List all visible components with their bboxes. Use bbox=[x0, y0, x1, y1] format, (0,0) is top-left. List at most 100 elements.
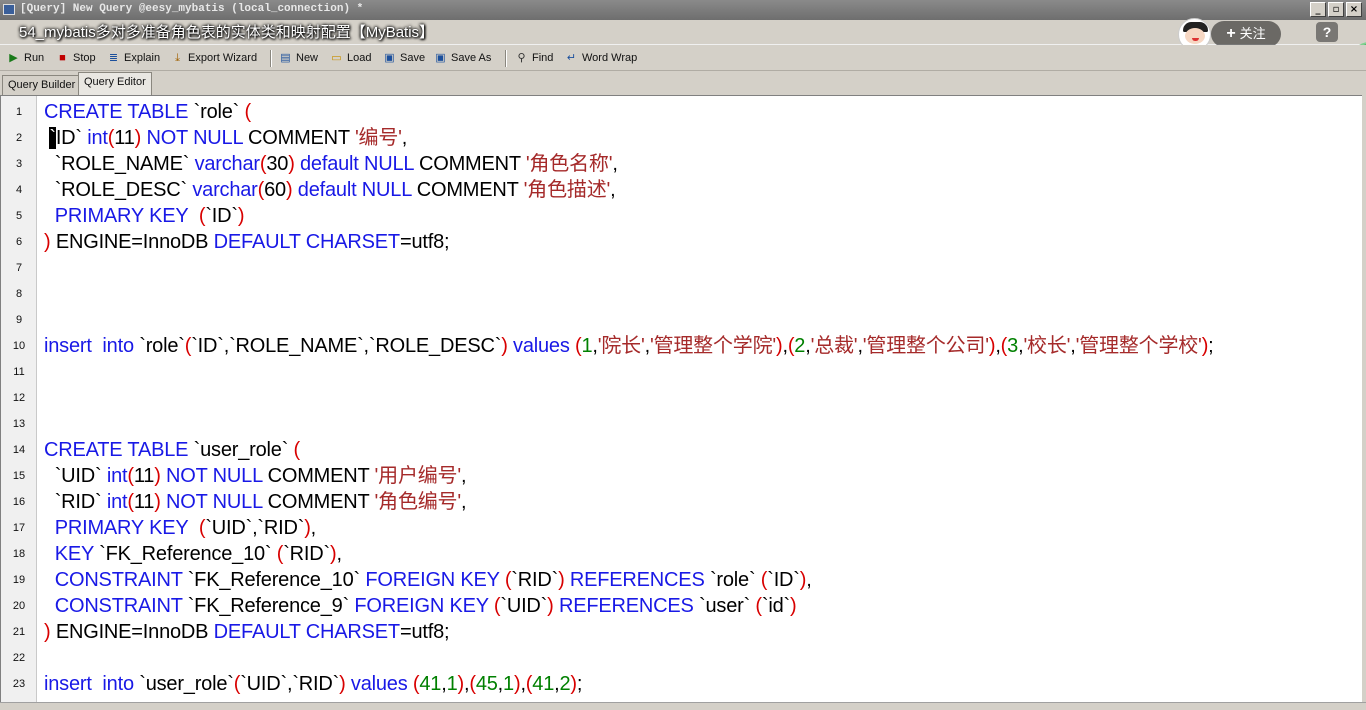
code-line[interactable]: 19 CONSTRAINT `FK_Reference_10` FOREIGN … bbox=[1, 567, 1362, 593]
close-button[interactable]: × bbox=[1346, 2, 1362, 17]
code-token: ENGINE=InnoDB bbox=[50, 621, 214, 643]
code-line[interactable]: 11 bbox=[1, 359, 1362, 385]
code-token: `ID` bbox=[205, 205, 238, 227]
code-token: `RID` bbox=[511, 569, 559, 591]
toolbar-run-button[interactable]: ▶ Run bbox=[6, 49, 44, 67]
code-line[interactable]: 22 bbox=[1, 645, 1362, 671]
code-token: `user` bbox=[699, 595, 756, 617]
code-token: ( bbox=[244, 101, 252, 123]
window-controls: _ ▫ × bbox=[1310, 2, 1362, 17]
restore-button[interactable]: ▫ bbox=[1328, 2, 1344, 17]
line-number: 22 bbox=[12, 652, 26, 664]
toolbar-save-button[interactable]: ▣ Save bbox=[382, 49, 425, 67]
code-token: `role` bbox=[139, 335, 185, 357]
follow-button[interactable]: + 关注 bbox=[1211, 21, 1281, 47]
code-line[interactable]: 1 CREATE TABLE `role` ( bbox=[1, 99, 1362, 125]
code-token: FOREIGN KEY bbox=[365, 569, 505, 591]
help-button[interactable]: ? bbox=[1316, 22, 1338, 42]
code-token: '管理整个学院' bbox=[649, 335, 776, 357]
toolbar-explain-button[interactable]: ≣ Explain bbox=[106, 49, 160, 67]
code-text: CREATE TABLE `user_role` ( bbox=[44, 437, 300, 463]
code-token: ENGINE=InnoDB bbox=[50, 231, 214, 253]
code-line[interactable]: 15 `UID` int(11) NOT NULL COMMENT '用户编号'… bbox=[1, 463, 1362, 489]
code-line[interactable]: 23 insert into `user_role`(`UID`,`RID`) v… bbox=[1, 671, 1362, 697]
toolbar-stop-button[interactable]: ■ Stop bbox=[55, 49, 96, 67]
code-line[interactable]: 6) ENGINE=InnoDB DEFAULT CHARSET=utf8; bbox=[1, 229, 1362, 255]
code-line[interactable]: 5 PRIMARY KEY (`ID`) bbox=[1, 203, 1362, 229]
code-line[interactable]: 2 `ID` int(11) NOT NULL COMMENT '编号', bbox=[1, 125, 1362, 151]
line-number: 16 bbox=[12, 496, 26, 508]
toolbar-find-button[interactable]: ⚲ Find bbox=[514, 49, 553, 67]
minimize-button[interactable]: _ bbox=[1310, 2, 1326, 17]
code-token: 60 bbox=[264, 179, 286, 201]
code-token: DEFAULT CHARSET bbox=[213, 621, 401, 643]
code-line[interactable]: 12 bbox=[1, 385, 1362, 411]
code-line[interactable]: 18 KEY `FK_Reference_10` (`RID`), bbox=[1, 541, 1362, 567]
tab-query-builder[interactable]: Query Builder bbox=[2, 75, 82, 95]
code-token: COMMENT bbox=[416, 179, 524, 201]
line-number: 3 bbox=[15, 158, 23, 170]
play-button[interactable] bbox=[1270, 620, 1330, 666]
code-token: `RID` bbox=[44, 491, 107, 513]
code-line[interactable]: 16 `RID` int(11) NOT NULL COMMENT '角色编号'… bbox=[1, 489, 1362, 515]
code-text: PRIMARY KEY (`ID`) bbox=[44, 203, 245, 229]
code-text: insert into `role`(`ID`,`ROLE_NAME`,`ROL… bbox=[44, 333, 1214, 359]
code-token: NOT NULL bbox=[141, 127, 249, 149]
code-token: CONSTRAINT bbox=[44, 595, 188, 617]
code-token: 11 bbox=[133, 491, 155, 513]
toolbar-load-button[interactable]: ▭ Load bbox=[329, 49, 371, 67]
code-token: varchar bbox=[194, 153, 260, 175]
load-icon: ▭ bbox=[331, 52, 342, 64]
tab-query-editor[interactable]: Query Editor bbox=[78, 72, 152, 95]
code-text: CONSTRAINT `FK_Reference_9` FOREIGN KEY … bbox=[44, 593, 797, 619]
code-token: default NULL bbox=[292, 179, 417, 201]
code-line[interactable]: 21) ENGINE=InnoDB DEFAULT CHARSET=utf8; bbox=[1, 619, 1362, 645]
code-token: FOREIGN KEY bbox=[354, 595, 494, 617]
toolbar-new-button[interactable]: ▤ New bbox=[278, 49, 318, 67]
toolbar-save-as-button[interactable]: ▣ Save As bbox=[433, 49, 491, 67]
toolbar-label: Save As bbox=[451, 52, 492, 64]
code-line[interactable]: 9 bbox=[1, 307, 1362, 333]
toolbar-word-wrap-button[interactable]: ↵ Word Wrap bbox=[564, 49, 637, 67]
code-line[interactable]: 14 CREATE TABLE `user_role` ( bbox=[1, 437, 1362, 463]
toolbar-label: Load bbox=[347, 52, 372, 64]
code-line[interactable]: 10 insert into `role`(`ID`,`ROLE_NAME`,`R… bbox=[1, 333, 1362, 359]
code-text: `RID` int(11) NOT NULL COMMENT '角色编号', bbox=[44, 489, 467, 515]
code-line[interactable]: 17 PRIMARY KEY (`UID`,`RID`), bbox=[1, 515, 1362, 541]
editor-tabs: Query Builder Query Editor bbox=[0, 71, 1366, 95]
code-token: values bbox=[507, 335, 575, 357]
save-icon: ▣ bbox=[384, 52, 395, 64]
code-token: 1 bbox=[503, 673, 514, 695]
code-token: , bbox=[806, 569, 812, 591]
code-token: '校长' bbox=[1023, 335, 1071, 357]
toolbar-label: Stop bbox=[73, 52, 96, 64]
query-editor[interactable]: 1 CREATE TABLE `role` (2 `ID` int(11) NOT… bbox=[0, 95, 1362, 710]
code-token: `UID`,`RID` bbox=[205, 517, 305, 539]
code-token: `id` bbox=[761, 595, 790, 617]
code-line[interactable]: 7 bbox=[1, 255, 1362, 281]
code-line[interactable]: 20 CONSTRAINT `FK_Reference_9` FOREIGN K… bbox=[1, 593, 1362, 619]
code-text: `UID` int(11) NOT NULL COMMENT '用户编号', bbox=[44, 463, 467, 489]
code-line[interactable]: 13 bbox=[1, 411, 1362, 437]
code-token: `UID` bbox=[44, 465, 107, 487]
query-toolbar: ▶ Run ■ Stop ≣ Explain ⤓ Export Wizard ▤ New ▭ Load… bbox=[0, 45, 1366, 71]
code-token: CONSTRAINT bbox=[44, 569, 188, 591]
code-line[interactable]: 8 bbox=[1, 281, 1362, 307]
line-number: 23 bbox=[12, 678, 26, 690]
code-token: ; bbox=[576, 673, 583, 695]
code-token: ) bbox=[237, 205, 245, 227]
code-line[interactable]: 4 `ROLE_DESC` varchar(60) default NULL C… bbox=[1, 177, 1362, 203]
code-token: NOT NULL bbox=[160, 465, 268, 487]
line-number: 1 bbox=[15, 106, 23, 118]
code-text: CREATE TABLE `role` ( bbox=[44, 99, 251, 125]
code-token: , bbox=[401, 127, 408, 149]
code-token: 45 bbox=[475, 673, 498, 695]
stop-icon: ■ bbox=[59, 52, 66, 64]
toolbar-export-wizard-button[interactable]: ⤓ Export Wizard bbox=[170, 49, 257, 67]
line-number: 6 bbox=[15, 236, 23, 248]
code-token: `FK_Reference_10` bbox=[187, 569, 366, 591]
code-line[interactable]: 3 `ROLE_NAME` varchar(30) default NULL C… bbox=[1, 151, 1362, 177]
code-token: `ID`,`ROLE_NAME`,`ROLE_DESC` bbox=[191, 335, 502, 357]
code-token: ID` bbox=[55, 127, 88, 149]
find-icon: ⚲ bbox=[517, 52, 526, 64]
